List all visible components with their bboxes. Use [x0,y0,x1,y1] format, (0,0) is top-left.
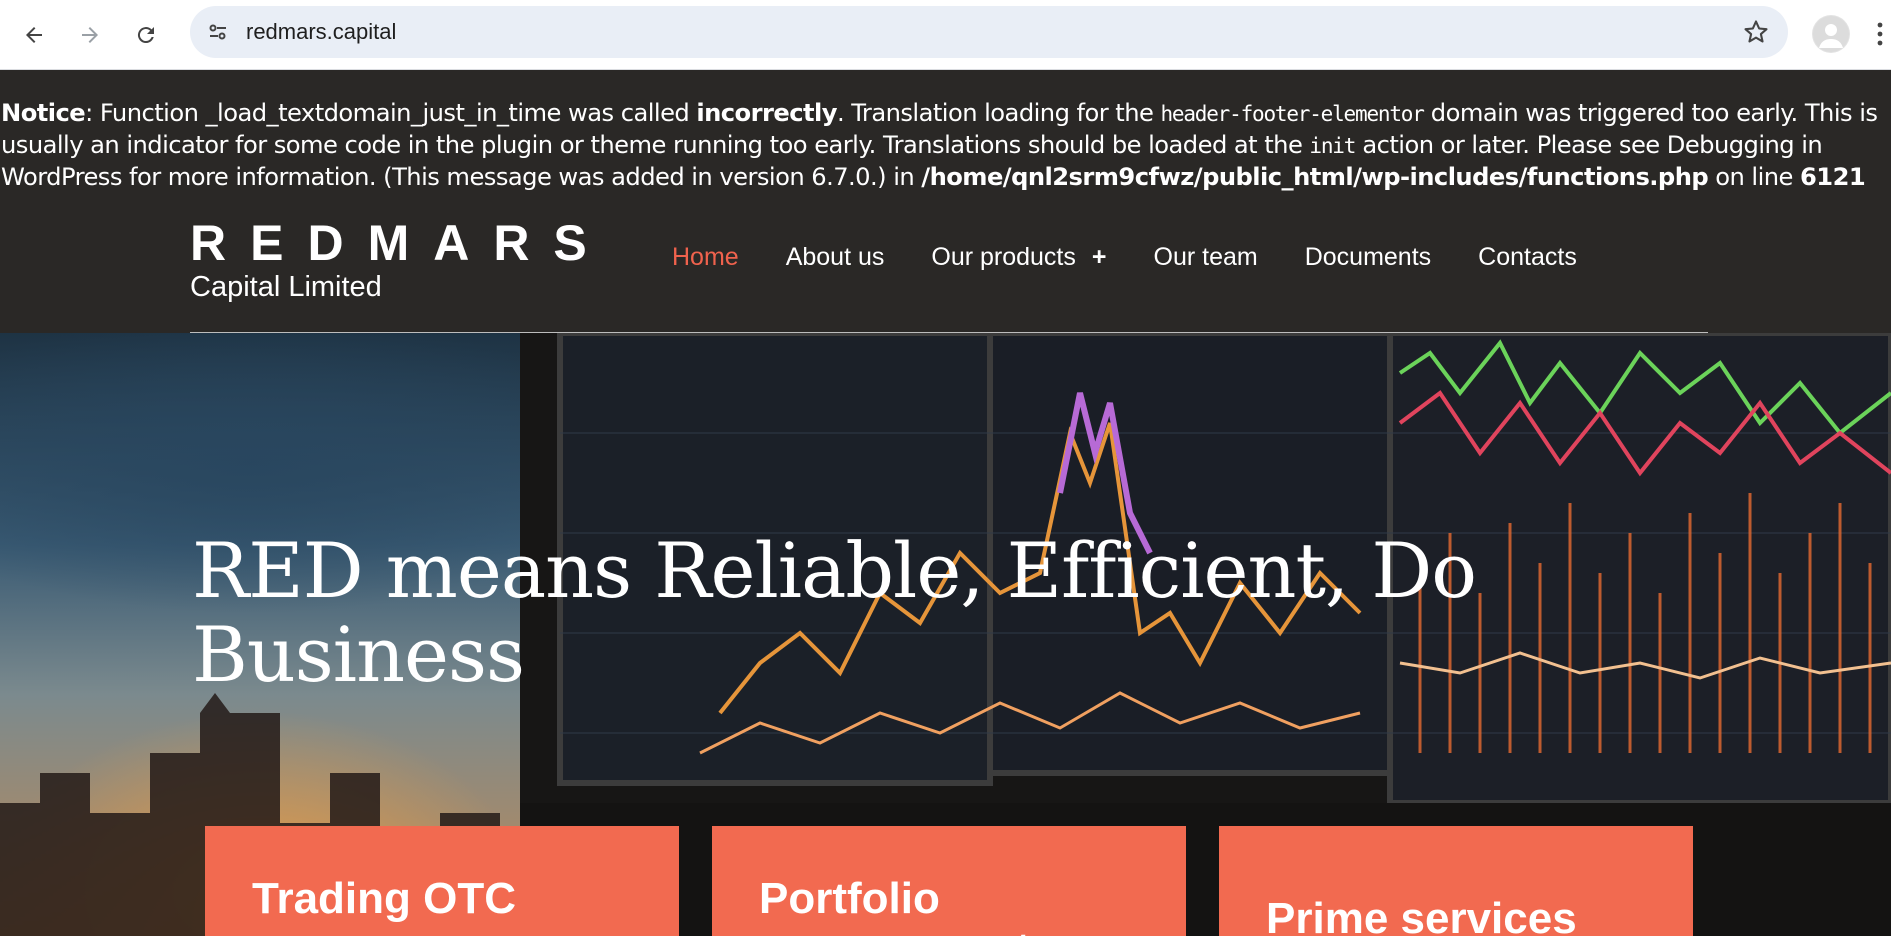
notice-code: header-footer-elementor [1160,102,1424,126]
nav-our-products[interactable]: Our products + [931,242,1106,272]
nav-home[interactable]: Home [672,242,739,272]
notice-path: /home/qnl2srm9cfwz/public_html/wp-includ… [921,163,1709,191]
arrow-left-icon [26,27,42,43]
star-icon[interactable] [1742,18,1770,46]
notice-bold: incorrectly [696,99,837,127]
notice-text: on line [1708,163,1801,191]
service-card-trading-otc[interactable]: Trading OTC [205,826,679,936]
nav-documents[interactable]: Documents [1305,242,1431,272]
card-title: Trading OTC [252,874,516,923]
nav-contacts[interactable]: Contacts [1478,242,1577,272]
browser-toolbar: redmars.capital [0,0,1891,70]
reload-button[interactable] [126,15,166,55]
site-header: REDMARS Capital Limited Home About us Ou… [0,198,1891,333]
logo-wordmark: REDMARS [190,215,611,271]
main-navigation: Home About us Our products + Our team Doc… [672,242,1624,272]
tune-icon[interactable] [202,16,234,48]
more-vert-icon[interactable] [1870,18,1890,50]
arrow-right-icon [82,27,98,43]
site-logo[interactable]: REDMARS Capital Limited [190,218,587,308]
card-title: Prime services [1266,894,1577,936]
notice-label: Notice [1,99,86,127]
notice-code: init [1309,134,1356,158]
avatar-icon[interactable] [1812,15,1850,53]
nav-about-us[interactable]: About us [786,242,885,272]
card-title: Portfolio management [759,874,1030,936]
reload-icon [137,27,154,44]
service-card-prime-services[interactable]: Prime services [1219,826,1693,936]
nav-our-products-label: Our products [931,243,1076,271]
hero-section: RED means Reliable, Efficient, Do Busine… [0,333,1891,936]
service-card-portfolio-management[interactable]: Portfolio management [712,826,1186,936]
nav-our-team[interactable]: Our team [1154,242,1258,272]
forward-button[interactable] [70,15,110,55]
logo-subtitle: Capital Limited [190,271,382,303]
notice-line-number: 6121 [1800,163,1866,191]
notice-text: . Translation loading for the [836,99,1161,127]
url-text[interactable]: redmars.capital [246,6,396,58]
address-bar[interactable]: redmars.capital [190,6,1788,58]
submenu-toggle-icon[interactable]: + [1092,243,1107,271]
notice-text: : Function _load_textdomain_just_in_time… [85,99,697,127]
back-button[interactable] [14,15,54,55]
hero-title: RED means Reliable, Efficient, Do Busine… [192,526,1477,699]
php-notice: Notice: Function _load_textdomain_just_i… [0,70,1891,198]
